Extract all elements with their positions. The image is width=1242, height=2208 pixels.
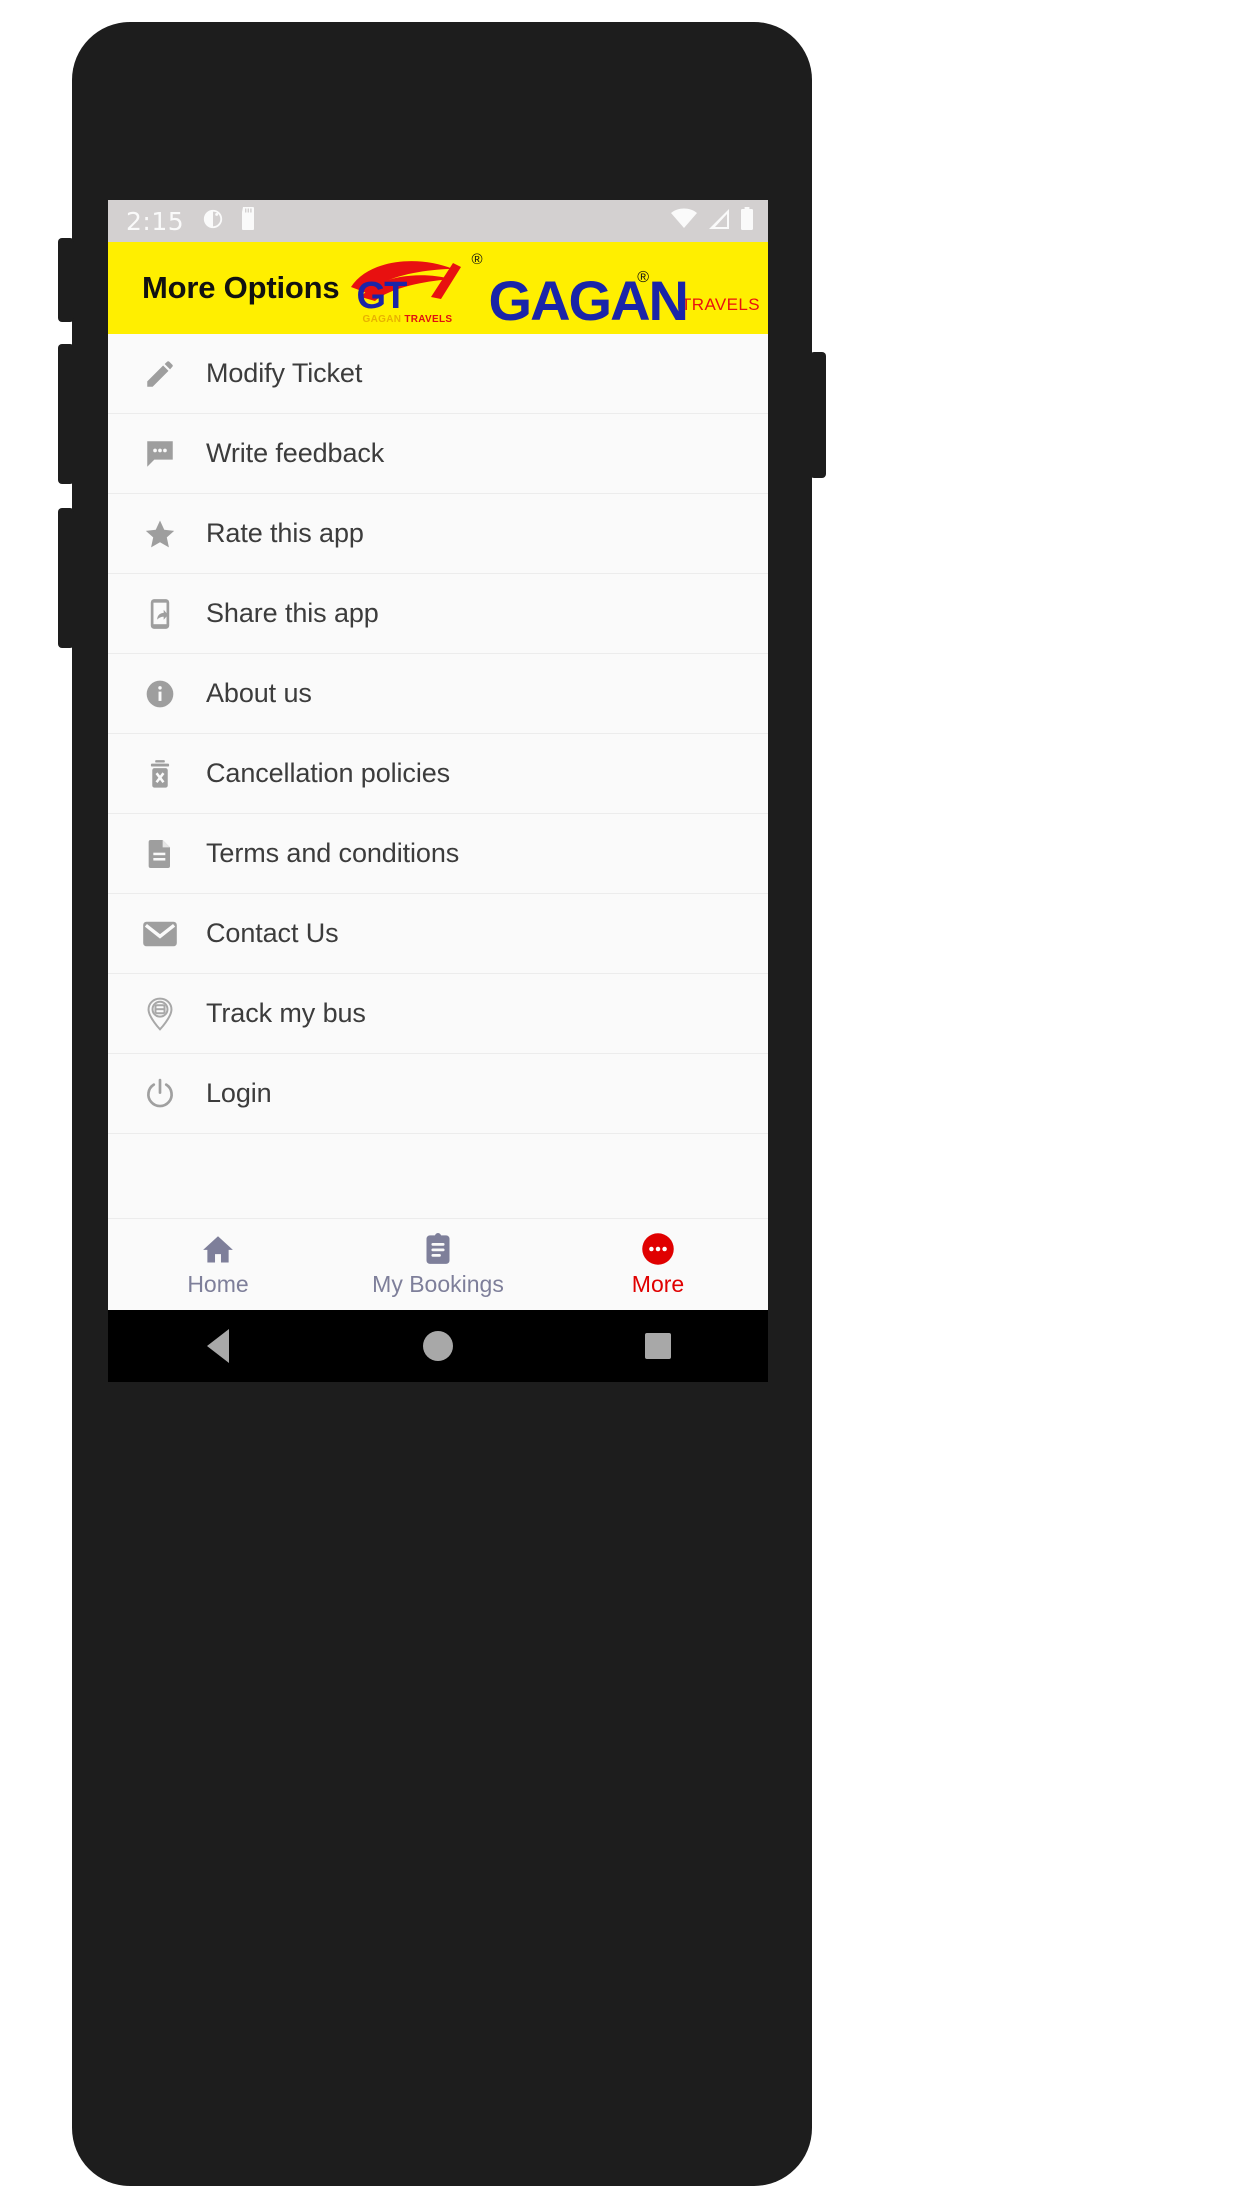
status-bar: 2:15 — [108, 200, 768, 242]
tab-more[interactable]: More — [548, 1231, 768, 1298]
gt-emblem-icon: GT GAGAN TRAVELS ® — [345, 251, 497, 325]
phone-device-frame: 2:15 More Options GT GAGAN TRAVELS ® GAG… — [58, 22, 826, 2186]
status-right-icon-group — [670, 206, 754, 236]
option-row-terms-and-conditions[interactable]: Terms and conditions — [108, 814, 768, 894]
more-options-list: Modify Ticket Write feedback Rate this a… — [108, 334, 768, 1218]
device-volume-up-button[interactable] — [58, 344, 74, 484]
map-pin-bus-icon — [136, 990, 184, 1038]
option-row-login[interactable]: Login — [108, 1054, 768, 1134]
option-row-about-us[interactable]: About us — [108, 654, 768, 734]
option-label: Track my bus — [206, 998, 366, 1028]
device-button-left-top[interactable] — [58, 238, 74, 322]
home-circle-icon — [423, 1331, 453, 1361]
more-dots-icon — [640, 1231, 676, 1267]
chat-bubble-icon — [136, 430, 184, 478]
nav-recents-button[interactable] — [548, 1333, 768, 1359]
envelope-icon — [136, 910, 184, 958]
option-row-cancellation-policies[interactable]: Cancellation policies — [108, 734, 768, 814]
device-volume-down-button[interactable] — [58, 508, 74, 648]
gt-subtitle: GAGAN TRAVELS — [362, 314, 453, 325]
gt-registered-mark: ® — [471, 251, 483, 268]
tab-label: My Bookings — [372, 1271, 504, 1297]
tab-my-bookings[interactable]: My Bookings — [328, 1231, 548, 1298]
device-power-button[interactable] — [810, 352, 826, 478]
tab-label: More — [631, 1271, 685, 1297]
option-label: About us — [206, 678, 312, 708]
option-label: Contact Us — [206, 918, 339, 948]
delete-trash-x-icon — [136, 750, 184, 798]
option-row-track-my-bus[interactable]: Track my bus — [108, 974, 768, 1054]
nav-back-button[interactable] — [108, 1329, 328, 1363]
tab-label: Home — [187, 1271, 249, 1297]
brand-suffix: TRAVELS — [680, 295, 760, 314]
android-navigation-bar — [108, 1310, 768, 1382]
tab-home[interactable]: Home — [108, 1231, 328, 1298]
option-row-write-feedback[interactable]: Write feedback — [108, 414, 768, 494]
option-label: Terms and conditions — [206, 838, 460, 868]
option-row-contact-us[interactable]: Contact Us — [108, 894, 768, 974]
option-label: Share this app — [206, 598, 379, 628]
info-circle-icon — [136, 670, 184, 718]
option-label: Modify Ticket — [206, 358, 363, 388]
option-label: Cancellation policies — [206, 758, 451, 788]
status-time: 2:15 — [126, 206, 185, 236]
recents-square-icon — [645, 1333, 671, 1359]
option-row-rate-this-app[interactable]: Rate this app — [108, 494, 768, 574]
brand-word: GAGAN ® — [488, 268, 689, 332]
pencil-icon — [136, 350, 184, 398]
wifi-icon — [670, 208, 698, 235]
option-label: Write feedback — [206, 438, 385, 468]
sd-card-icon — [238, 206, 258, 236]
home-icon — [201, 1231, 235, 1267]
brand-logo: GT GAGAN TRAVELS ® GAGAN ® TRAVELS — [345, 251, 764, 332]
option-label: Login — [206, 1078, 272, 1108]
clipboard-icon — [422, 1231, 454, 1267]
document-icon — [136, 830, 184, 878]
option-row-modify-ticket[interactable]: Modify Ticket — [108, 334, 768, 414]
gt-letters: GT — [356, 275, 408, 317]
page-title: More Options — [142, 270, 340, 305]
bottom-tab-bar: Home My Bookings More — [108, 1218, 768, 1310]
battery-icon — [740, 206, 754, 236]
brand-registered-mark: ® — [637, 268, 649, 286]
option-row-share-this-app[interactable]: Share this app — [108, 574, 768, 654]
option-label: Rate this app — [206, 518, 364, 548]
share-phone-icon — [136, 590, 184, 638]
star-icon — [136, 510, 184, 558]
back-icon — [207, 1329, 229, 1363]
phone-screen: 2:15 More Options GT GAGAN TRAVELS ® GAG… — [108, 200, 768, 1382]
status-left-icon-group — [202, 206, 258, 236]
app-header: More Options GT GAGAN TRAVELS ® GAGAN ® T… — [108, 242, 768, 334]
nav-home-button[interactable] — [328, 1331, 548, 1361]
power-icon — [136, 1070, 184, 1118]
alarm-icon — [202, 208, 224, 235]
cellular-signal-icon — [707, 208, 731, 235]
